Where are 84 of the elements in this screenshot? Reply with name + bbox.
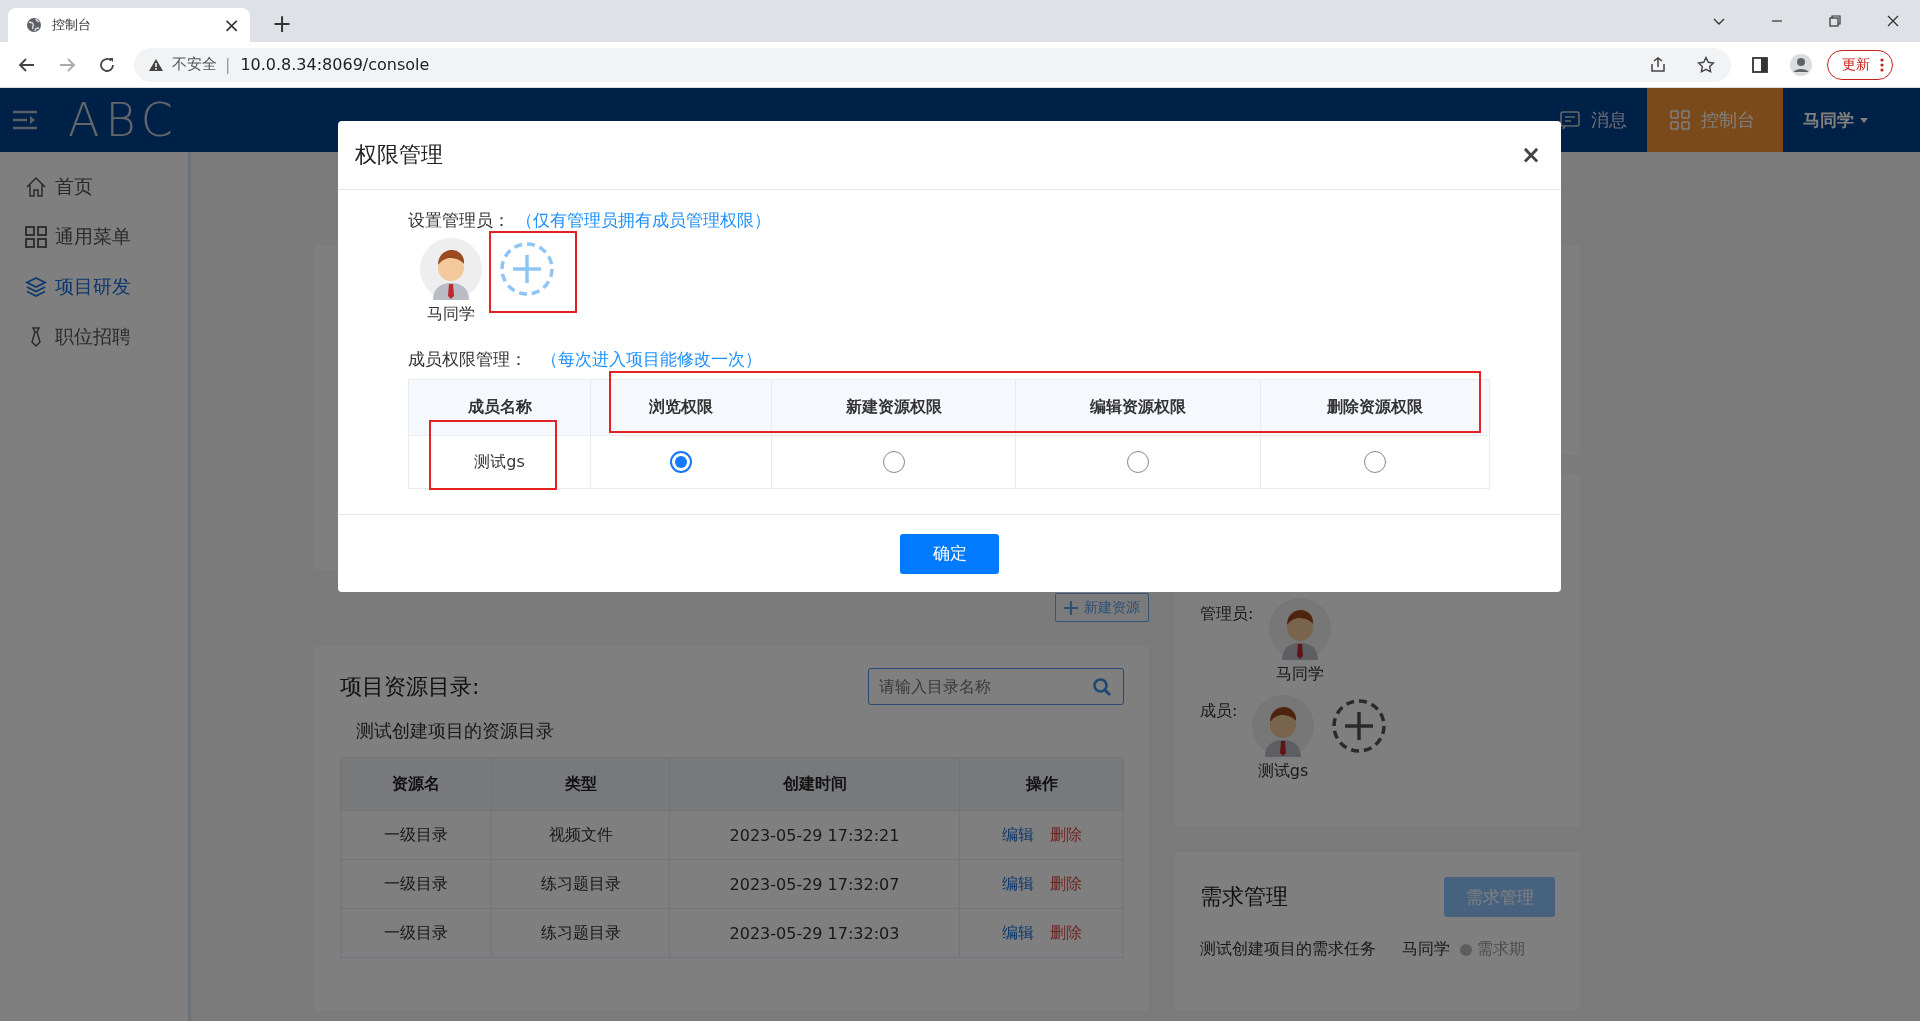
- reload-icon[interactable]: [98, 55, 116, 74]
- column-header: 编辑资源权限: [1015, 379, 1261, 436]
- radio-button[interactable]: [670, 451, 692, 473]
- sidebar-icon[interactable]: [1751, 55, 1769, 74]
- browser-tab[interactable]: 控制台 ×: [8, 8, 250, 42]
- table-cell: 2023-05-29 17:32:07: [669, 859, 960, 909]
- star-icon[interactable]: [1697, 55, 1715, 74]
- dialog-title: 权限管理: [355, 141, 443, 169]
- grid-icon: [25, 226, 47, 248]
- panel-title: 需求管理: [1200, 883, 1288, 911]
- task-owner: 马同学: [1402, 939, 1450, 960]
- plus-icon: [1064, 600, 1078, 615]
- sidebar-item[interactable]: 项目研发: [0, 262, 188, 312]
- search-field[interactable]: 请输入目录名称: [868, 668, 1124, 705]
- member-label: 成员:: [1200, 701, 1239, 722]
- security-label: 不安全: [172, 55, 217, 74]
- sidebar-item[interactable]: 首页: [0, 162, 188, 212]
- person-name: 马同学: [427, 304, 475, 325]
- delete-link[interactable]: 删除: [1049, 873, 1082, 893]
- caret-icon: [1860, 117, 1868, 123]
- logo: ABC: [68, 97, 179, 143]
- table-cell: 2023-05-29 17:32:21: [669, 810, 960, 860]
- table-cell: 一级目录: [340, 908, 492, 958]
- edit-link[interactable]: 编辑: [1001, 922, 1034, 942]
- new-resource-button[interactable]: 新建资源: [1055, 593, 1149, 622]
- layers-icon: [25, 276, 47, 298]
- grid-icon: [1669, 109, 1691, 131]
- panel-title: 项目资源目录:: [340, 672, 480, 701]
- task-name[interactable]: 测试创建项目的需求任务: [1200, 939, 1376, 960]
- nav-item[interactable]: 消息: [1539, 88, 1647, 152]
- message-icon: [1559, 109, 1581, 131]
- close-icon[interactable]: [1886, 14, 1900, 28]
- separator: |: [225, 55, 231, 74]
- address-bar[interactable]: 不安全 | 10.0.8.34:8069/console: [134, 47, 1731, 82]
- table-cell: 练习题目录: [491, 908, 670, 958]
- table-cell: 一级目录: [340, 810, 492, 860]
- delete-link[interactable]: 删除: [1049, 824, 1082, 844]
- url-text: 10.0.8.34:8069/console: [240, 55, 430, 74]
- table-cell: 练习题目录: [491, 859, 670, 909]
- menu-icon[interactable]: [12, 110, 38, 130]
- user-menu[interactable]: 马同学: [1783, 88, 1920, 152]
- avatar: [1252, 695, 1314, 757]
- more-icon[interactable]: [1880, 56, 1884, 73]
- column-header: 操作: [959, 757, 1124, 811]
- person-name: 测试gs: [1257, 761, 1309, 782]
- edit-link[interactable]: 编辑: [1001, 873, 1034, 893]
- sidebar-item[interactable]: 通用菜单: [0, 212, 188, 262]
- close-tab-button[interactable]: ×: [223, 15, 240, 35]
- table-cell: 2023-05-29 17:32:03: [669, 908, 960, 958]
- delete-link[interactable]: 删除: [1049, 922, 1082, 942]
- hint-text: （每次进入项目能修改一次）: [541, 347, 762, 371]
- avatar: [420, 238, 482, 300]
- add-member-icon[interactable]: [1331, 698, 1387, 754]
- nav-item[interactable]: 控制台: [1647, 88, 1783, 152]
- table-cell: 测试gs: [408, 435, 591, 489]
- confirm-button[interactable]: 确定: [900, 533, 999, 574]
- share-icon[interactable]: [1649, 55, 1667, 74]
- section-label: 成员权限管理：: [408, 347, 527, 371]
- section-label: 设置管理员：: [408, 208, 510, 232]
- status-dot: [1460, 943, 1472, 956]
- table-cell: 一级目录: [340, 859, 492, 909]
- panel-subtitle: 测试创建项目的资源目录: [356, 719, 555, 743]
- avatar: [1269, 598, 1332, 660]
- edit-link[interactable]: 编辑: [1001, 824, 1034, 844]
- back-icon[interactable]: [18, 55, 36, 74]
- home-icon: [25, 176, 47, 198]
- column-header: 资源名: [340, 757, 492, 811]
- globe-icon: [26, 17, 42, 33]
- column-header: 类型: [491, 757, 670, 811]
- column-header: 删除资源权限: [1260, 379, 1490, 436]
- tab-title: 控制台: [52, 16, 92, 34]
- restore-icon[interactable]: [1828, 14, 1842, 28]
- profile-icon[interactable]: [1789, 52, 1813, 77]
- hint-text: （仅有管理员拥有成员管理权限）: [516, 208, 771, 232]
- table-cell: 视频文件: [491, 810, 670, 860]
- column-header: 新建资源权限: [771, 379, 1016, 436]
- column-header: 创建时间: [669, 757, 960, 811]
- admin-label: 管理员:: [1200, 604, 1254, 625]
- column-header: 浏览权限: [590, 379, 772, 436]
- close-button[interactable]: ×: [1520, 141, 1541, 169]
- new-tab-button[interactable]: +: [272, 12, 293, 36]
- column-header: 成员名称: [408, 379, 591, 436]
- person-name: 马同学: [1276, 664, 1325, 685]
- sidebar-item[interactable]: 职位招聘: [0, 312, 188, 362]
